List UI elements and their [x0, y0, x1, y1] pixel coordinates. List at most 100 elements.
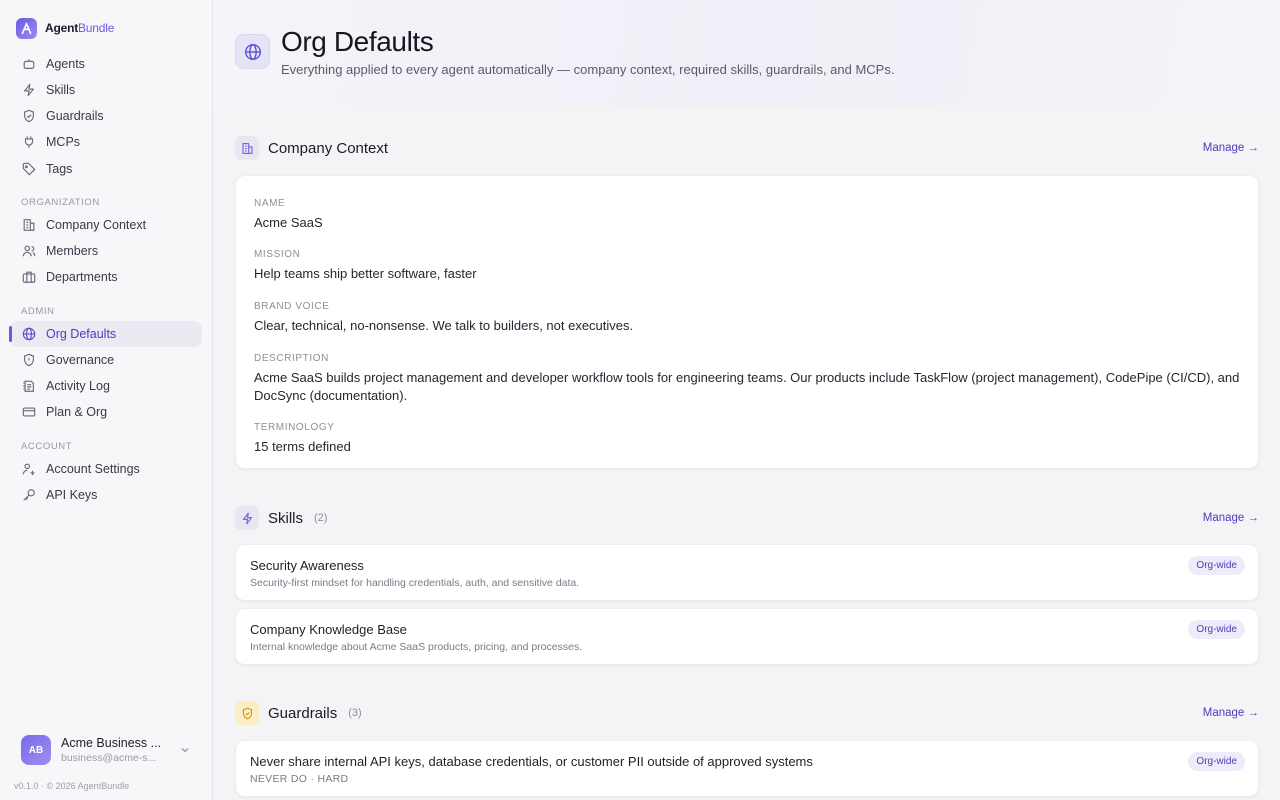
sidebar-item-label: Skills: [46, 83, 76, 97]
field-value: Acme SaaS builds project management and …: [254, 370, 1240, 403]
sidebar-item-label: API Keys: [46, 488, 98, 502]
sidebar-item-label: Governance: [46, 353, 115, 367]
manage-skills-link[interactable]: Manage →: [1203, 512, 1259, 524]
page-subtitle: Everything applied to every agent automa…: [281, 62, 895, 77]
skills-header: Skills (2) Manage →: [235, 506, 1259, 530]
building-icon: [23, 219, 35, 231]
sidebar-item-account-settings[interactable]: Account Settings: [10, 456, 202, 482]
sidebar-item-plan-org[interactable]: Plan & Org: [10, 399, 202, 425]
field-value: 15 terms defined: [254, 439, 351, 454]
chevron-down-icon: [181, 748, 189, 753]
users-icon: [22, 245, 36, 257]
org-wide-badge: Org-wide: [1188, 620, 1245, 639]
skill-card[interactable]: Company Knowledge Base Internal knowledg…: [235, 608, 1259, 665]
sidebar-item-tags[interactable]: Tags: [10, 156, 202, 182]
field-label: DESCRIPTION: [254, 353, 329, 364]
sidebar-item-label: Account Settings: [46, 462, 140, 476]
org-wide-badge: Org-wide: [1188, 752, 1245, 771]
sidebar-item-label: Company Context: [46, 218, 147, 232]
main-content: Org Defaults Everything applied to every…: [214, 0, 1280, 800]
company-context-card: NAME Acme SaaS MISSION Help teams ship b…: [235, 175, 1259, 469]
sidebar-item-skills[interactable]: Skills: [10, 77, 202, 103]
agentbundle-logo-icon: [16, 17, 37, 39]
user-menu[interactable]: AB Acme Business ... business@acme-s...: [10, 728, 202, 772]
shield-icon: [24, 353, 34, 367]
building-icon: [235, 136, 259, 160]
sidebar-item-guardrails[interactable]: Guardrails: [10, 103, 202, 129]
brand-name-primary: Agent: [45, 21, 78, 35]
skill-card[interactable]: Security Awareness Security-first mindse…: [235, 544, 1259, 601]
user-settings-icon: [22, 463, 35, 476]
card-icon: [22, 407, 36, 417]
guardrail-card[interactable]: Never share internal API keys, database …: [235, 740, 1259, 797]
log-icon: [23, 380, 34, 392]
version-footer: v0.1.0 · © 2026 AgentBundle: [14, 781, 130, 791]
sidebar-item-agents[interactable]: Agents: [10, 51, 202, 77]
sidebar-item-governance[interactable]: Governance: [10, 347, 202, 373]
section-title: Skills: [268, 509, 304, 527]
bot-icon: [23, 59, 35, 69]
globe-icon: [22, 327, 36, 341]
avatar: AB: [21, 735, 51, 765]
guardrails-header: Guardrails (3) Manage →: [235, 701, 1259, 725]
user-name: Acme Business ...: [61, 736, 162, 750]
tag-icon: [22, 162, 36, 176]
bolt-icon: [24, 83, 34, 97]
section-count: (3): [348, 707, 362, 719]
sidebar-item-label: Guardrails: [46, 109, 104, 123]
sidebar-item-api-keys[interactable]: API Keys: [10, 482, 202, 508]
field-value: Help teams ship better software, faster: [254, 266, 477, 281]
field-label: MISSION: [254, 249, 301, 260]
sidebar-item-mcps[interactable]: MCPs: [10, 129, 202, 155]
section-label-organization: ORGANIZATION: [21, 197, 100, 208]
field-value: Acme SaaS: [254, 215, 323, 230]
org-wide-badge: Org-wide: [1188, 556, 1245, 575]
sidebar-item-label: MCPs: [46, 135, 81, 149]
guardrail-meta: NEVER DO · HARD: [250, 773, 349, 785]
plug-icon: [24, 136, 34, 148]
sidebar: AgentBundle Agents Skills Guardrails MCP…: [0, 0, 213, 800]
section-count: (2): [314, 512, 328, 524]
section-label-admin: ADMIN: [21, 306, 55, 317]
field-label: NAME: [254, 198, 286, 209]
key-icon: [23, 489, 35, 501]
brand-logo-link[interactable]: AgentBundle: [16, 17, 114, 39]
briefcase-icon: [22, 271, 36, 283]
section-title: Company Context: [268, 139, 389, 157]
bolt-icon: [235, 506, 259, 530]
brand-name: AgentBundle: [45, 21, 114, 35]
sidebar-item-members[interactable]: Members: [10, 238, 202, 264]
sidebar-item-label: Departments: [46, 270, 118, 284]
skill-title: Security Awareness: [250, 558, 364, 573]
sidebar-item-label: Agents: [46, 57, 85, 71]
brand-name-accent: Bundle: [78, 21, 115, 35]
user-meta: Acme Business ... business@acme-s...: [61, 736, 173, 764]
manage-company-context-link[interactable]: Manage →: [1203, 142, 1259, 154]
sidebar-item-label: Members: [46, 244, 99, 258]
section-title: Guardrails: [268, 704, 338, 722]
sidebar-item-company-context[interactable]: Company Context: [10, 212, 202, 238]
page-header: Org Defaults Everything applied to every…: [214, 0, 1280, 106]
sidebar-item-label: Plan & Org: [46, 405, 108, 419]
shield-icon: [235, 701, 259, 725]
sidebar-item-label: Tags: [46, 162, 73, 176]
field-label: TERMINOLOGY: [254, 422, 335, 433]
sidebar-item-label: Org Defaults: [46, 327, 117, 341]
guardrail-title: Never share internal API keys, database …: [250, 754, 813, 769]
company-context-header: Company Context Manage →: [235, 136, 1259, 160]
manage-guardrails-link[interactable]: Manage →: [1203, 707, 1259, 719]
section-label-account: ACCOUNT: [21, 441, 73, 452]
sidebar-item-label: Activity Log: [46, 379, 110, 393]
field-label: BRAND VOICE: [254, 301, 330, 312]
sidebar-item-departments[interactable]: Departments: [10, 264, 202, 290]
globe-icon: [235, 34, 270, 69]
skill-description: Security-first mindset for handling cred…: [250, 577, 580, 589]
skill-description: Internal knowledge about Acme SaaS produ…: [250, 641, 583, 653]
skill-title: Company Knowledge Base: [250, 622, 407, 637]
sidebar-item-org-defaults[interactable]: Org Defaults: [9, 321, 202, 347]
sidebar-item-activity-log[interactable]: Activity Log: [10, 373, 202, 399]
shield-icon: [24, 109, 34, 123]
user-email: business@acme-s...: [61, 752, 157, 764]
page-title: Org Defaults: [281, 26, 434, 57]
field-value: Clear, technical, no-nonsense. We talk t…: [254, 318, 634, 333]
